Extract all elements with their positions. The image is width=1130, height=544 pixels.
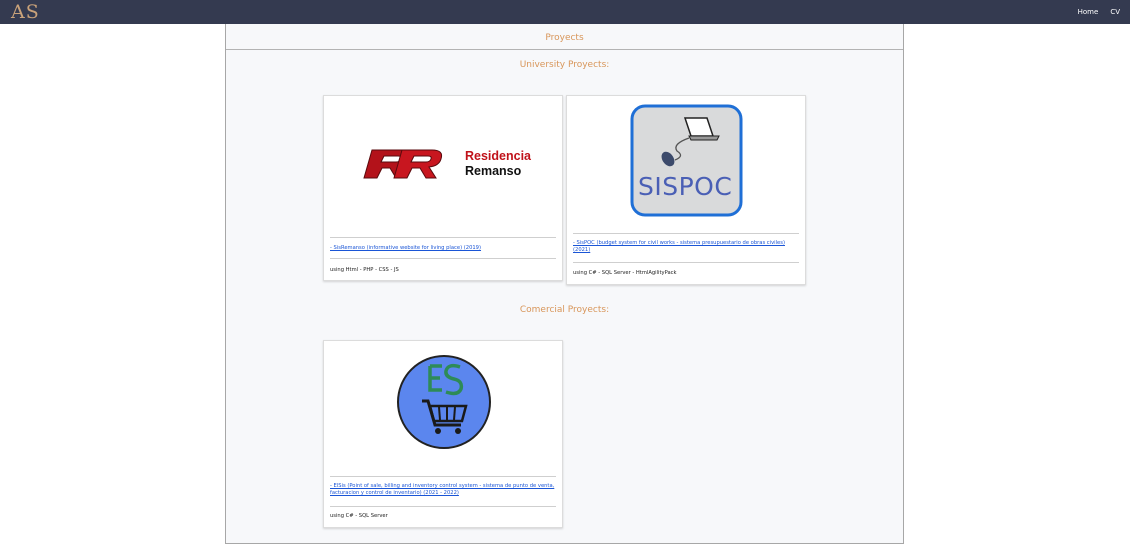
nav-home-link[interactable]: Home (1078, 8, 1099, 16)
page-title: Proyects (226, 24, 903, 50)
logo-text-remanso: Remanso (465, 164, 522, 178)
project-image: Residencia Remanso (324, 96, 562, 236)
divider (330, 258, 556, 259)
project-card-sispoc: SISPOC - SisPOC (budget system for civil… (566, 95, 806, 285)
residencia-remanso-logo: Residencia Remanso (363, 149, 532, 179)
project-card-elsis: - ElSis (Point of sale, billing and inve… (323, 340, 563, 528)
divider (330, 476, 556, 477)
sispoc-logo: SISPOC (630, 104, 743, 217)
divider (330, 506, 556, 507)
nav-links: Home CV (1078, 0, 1120, 24)
project-link-elsis[interactable]: - ElSis (Point of sale, billing and inve… (330, 483, 556, 497)
commercial-section-title: Comercial Proyects: (519, 305, 610, 315)
project-link-sispoc[interactable]: - SisPOC (budget system for civil works … (573, 240, 799, 254)
project-image (324, 341, 562, 475)
project-image: SISPOC (567, 96, 805, 232)
brand-logo[interactable]: AS (11, 1, 40, 23)
elsis-logo (397, 355, 491, 449)
projects-panel: Proyects University Proyects: Residencia… (225, 24, 904, 544)
project-tech-sispoc: using C# - SQL Server - HtmlAgilityPack (573, 270, 677, 276)
divider (573, 233, 799, 234)
top-navbar: AS Home CV (0, 0, 1130, 24)
logo-text-residencia: Residencia (465, 149, 532, 163)
project-card-sisremanso: Residencia Remanso - SisRemanso (informa… (323, 95, 563, 281)
university-section-title: University Proyects: (519, 60, 610, 70)
sispoc-logo-text: SISPOC (638, 172, 732, 201)
divider (573, 262, 799, 263)
project-link-sisremanso[interactable]: - SisRemanso (informative website for li… (330, 245, 556, 252)
nav-cv-link[interactable]: CV (1110, 8, 1120, 16)
divider (330, 237, 556, 238)
project-tech-sisremanso: using Html - PHP - CSS - JS (330, 267, 399, 273)
project-tech-elsis: using C# - SQL Server (330, 513, 388, 519)
